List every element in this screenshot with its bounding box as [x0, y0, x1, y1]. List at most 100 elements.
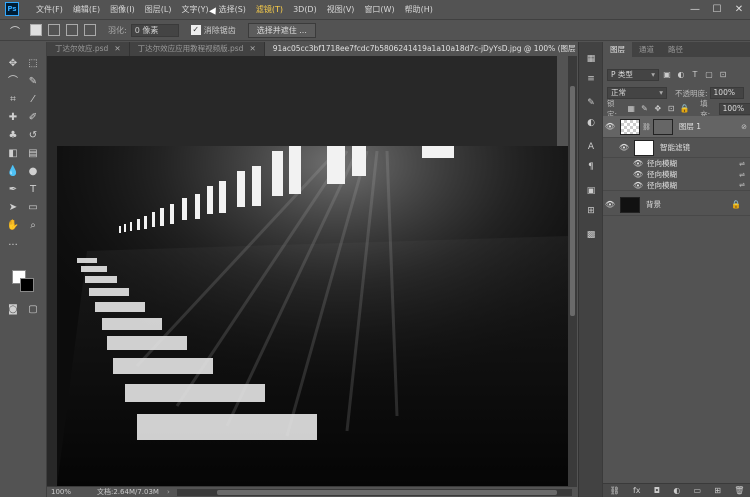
- glyphs-panel-icon[interactable]: ▣: [583, 184, 599, 198]
- select-and-mask-button[interactable]: 选择并遮住 ...: [247, 22, 316, 38]
- type-filter-icon[interactable]: T: [689, 69, 701, 81]
- new-group-icon[interactable]: ▭: [694, 486, 702, 495]
- image-filter-icon[interactable]: ▣: [661, 69, 673, 81]
- screen-mode-icon[interactable]: ▢: [24, 302, 42, 318]
- filter-options-icon[interactable]: ⇌: [739, 171, 745, 179]
- marquee-tool-icon[interactable]: ⬚: [24, 56, 42, 72]
- visibility-eye-icon[interactable]: 👁: [631, 159, 645, 168]
- menu-window[interactable]: 窗口(W): [359, 4, 399, 15]
- smart-object-filter-icon[interactable]: ⊡: [717, 69, 729, 81]
- adjustment-filter-icon[interactable]: ◐: [675, 69, 687, 81]
- add-mask-icon[interactable]: ◘: [654, 486, 660, 495]
- lasso-tool-icon[interactable]: ⌒: [4, 74, 22, 90]
- visibility-eye-icon[interactable]: 👁: [603, 200, 617, 209]
- canvas-area[interactable]: [47, 56, 569, 486]
- lock-position-icon[interactable]: ✥: [652, 103, 663, 115]
- filter-row[interactable]: 👁 径向模糊 ⇌: [603, 180, 750, 191]
- crop-tool-icon[interactable]: ⌗: [4, 92, 22, 108]
- paragraph-panel-icon[interactable]: ¶: [583, 160, 599, 174]
- subtract-from-selection-icon[interactable]: [66, 24, 78, 36]
- filter-row[interactable]: 👁 径向模糊 ⇌: [603, 169, 750, 180]
- swatches-panel-icon[interactable]: ▩: [583, 228, 599, 242]
- visibility-eye-icon[interactable]: 👁: [617, 143, 631, 152]
- maximize-button[interactable]: ☐: [706, 0, 728, 18]
- hand-tool-icon[interactable]: ✋: [4, 218, 22, 234]
- libraries-panel-icon[interactable]: ⊞: [583, 204, 599, 218]
- menu-help[interactable]: 帮助(H): [400, 4, 438, 15]
- layer-name[interactable]: 背景: [646, 199, 661, 210]
- lock-all-icon[interactable]: 🔒: [679, 103, 690, 115]
- vertical-scrollbar[interactable]: [568, 56, 577, 486]
- eraser-tool-icon[interactable]: ◧: [4, 146, 22, 162]
- close-tab-icon[interactable]: ✕: [249, 44, 255, 53]
- status-menu-arrow[interactable]: ›: [167, 487, 170, 497]
- filter-row[interactable]: 👁 径向模糊 ⇌: [603, 158, 750, 169]
- visibility-eye-icon[interactable]: 👁: [631, 181, 645, 190]
- background-color-swatch[interactable]: [20, 278, 34, 292]
- add-to-selection-icon[interactable]: [48, 24, 60, 36]
- close-tab-icon[interactable]: ✕: [114, 44, 120, 53]
- tab-paths[interactable]: 路径: [661, 42, 690, 57]
- lock-artboard-icon[interactable]: ⊡: [665, 103, 676, 115]
- rectangle-tool-icon[interactable]: ▭: [24, 200, 42, 216]
- tab-layers[interactable]: 图层: [603, 42, 632, 57]
- document-tab[interactable]: 丁达尔效应.psd ✕: [47, 42, 130, 56]
- horizontal-scroll-thumb[interactable]: [217, 490, 557, 495]
- adjustments-panel-icon[interactable]: ◐: [583, 116, 599, 130]
- adjustment-layer-icon[interactable]: ◐: [673, 486, 680, 495]
- tab-channels[interactable]: 通道: [632, 42, 661, 57]
- lock-icon[interactable]: 🔒: [731, 200, 741, 209]
- gradient-tool-icon[interactable]: ▤: [24, 146, 42, 162]
- menu-file[interactable]: 文件(F): [31, 4, 68, 15]
- lock-transparency-icon[interactable]: ▦: [626, 103, 637, 115]
- document-image[interactable]: [57, 146, 569, 486]
- quick-select-tool-icon[interactable]: ✎: [24, 74, 42, 90]
- antialias-checkbox[interactable]: ✓: [190, 25, 201, 35]
- menu-3d[interactable]: 3D(D): [288, 5, 322, 14]
- zoom-level[interactable]: 100%: [51, 487, 71, 497]
- menu-layer[interactable]: 图层(L): [140, 4, 177, 15]
- link-layers-icon[interactable]: ⛓: [610, 486, 620, 495]
- clone-stamp-tool-icon[interactable]: ♣: [4, 128, 22, 144]
- filter-options-icon[interactable]: ⇌: [739, 181, 745, 189]
- new-selection-icon[interactable]: [30, 24, 42, 36]
- new-layer-icon[interactable]: ⊞: [714, 486, 721, 495]
- menu-select[interactable]: 选择(S): [214, 4, 251, 15]
- lock-pixels-icon[interactable]: ✎: [639, 103, 650, 115]
- intersect-selection-icon[interactable]: [84, 24, 96, 36]
- smart-filters-row[interactable]: 👁 智能滤镜: [603, 138, 750, 158]
- path-selection-tool-icon[interactable]: ➤: [4, 200, 22, 216]
- fill-input[interactable]: 100%: [718, 103, 750, 115]
- feather-input[interactable]: 0 像素: [130, 23, 179, 37]
- zoom-tool-icon[interactable]: ⌕: [24, 218, 42, 234]
- history-panel-icon[interactable]: ▦: [583, 52, 599, 66]
- menu-image[interactable]: 图像(I): [105, 4, 140, 15]
- delete-layer-icon[interactable]: 🗑: [734, 486, 744, 495]
- kind-filter-select[interactable]: P 类型 ▾: [607, 69, 659, 81]
- document-tab[interactable]: 丁达尔效应应用教程视频版.psd ✕: [129, 42, 265, 56]
- visibility-eye-icon[interactable]: 👁: [631, 170, 645, 179]
- menu-filter[interactable]: 滤镜(T): [251, 4, 288, 15]
- brush-panel-icon[interactable]: ✎: [583, 96, 599, 110]
- pen-tool-icon[interactable]: ✒: [4, 182, 22, 198]
- layer-row-selected[interactable]: 👁 ⛓ 图层 1 ⊘: [603, 116, 750, 138]
- menu-type[interactable]: 文字(Y): [176, 4, 213, 15]
- vertical-scroll-thumb[interactable]: [570, 86, 575, 316]
- fx-icon[interactable]: fx: [633, 486, 641, 495]
- edit-toolbar-icon[interactable]: ···: [4, 238, 22, 254]
- close-button[interactable]: ✕: [728, 0, 750, 18]
- menu-view[interactable]: 视图(V): [322, 4, 360, 15]
- horizontal-scrollbar[interactable]: [177, 489, 572, 496]
- type-tool-icon[interactable]: T: [24, 182, 42, 198]
- character-panel-icon[interactable]: A: [583, 140, 599, 154]
- visibility-eye-icon[interactable]: 👁: [603, 122, 617, 131]
- history-brush-tool-icon[interactable]: ↺: [24, 128, 42, 144]
- blur-tool-icon[interactable]: 💧: [4, 164, 22, 180]
- quick-mask-icon[interactable]: ◙: [4, 302, 22, 318]
- healing-brush-tool-icon[interactable]: ✚: [4, 110, 22, 126]
- dodge-tool-icon[interactable]: ●: [24, 164, 42, 180]
- minimize-button[interactable]: —: [684, 0, 706, 18]
- filter-options-icon[interactable]: ⇌: [739, 160, 745, 168]
- eyedropper-tool-icon[interactable]: ⁄: [24, 92, 42, 108]
- layer-name[interactable]: 图层 1: [679, 121, 701, 132]
